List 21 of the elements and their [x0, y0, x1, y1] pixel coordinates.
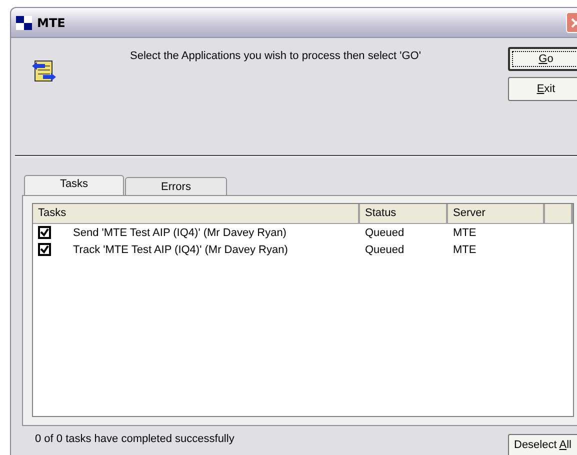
table-cell: MTE: [453, 244, 476, 256]
checkbox[interactable]: [38, 226, 51, 239]
column-header[interactable]: Server: [448, 204, 545, 223]
tab[interactable]: Tasks: [24, 175, 124, 195]
table-cell: Send 'MTE Test AIP (IQ4)' (Mr Davey Ryan): [73, 226, 286, 238]
tab[interactable]: Errors: [125, 177, 227, 195]
transfer-icon: [31, 58, 57, 84]
table-cell: Queued: [365, 226, 404, 238]
checkbox[interactable]: [38, 243, 51, 256]
dialog-button[interactable]: Go: [508, 47, 577, 71]
status-text: 0 of 0 tasks have completed successfully: [35, 433, 234, 445]
window-title: MTE: [37, 16, 66, 30]
table-cell: Track 'MTE Test AIP (IQ4)' (Mr Davey Ryan): [73, 244, 288, 256]
dialog-button[interactable]: Exit: [508, 77, 577, 101]
column-header[interactable]: Status: [360, 204, 448, 223]
column-header[interactable]: Tasks: [33, 204, 360, 223]
deselect-all-button[interactable]: Deselect All: [508, 434, 577, 455]
instruction-text: Select the Applications you wish to process then select 'GO': [130, 50, 422, 64]
app-icon: [16, 16, 32, 30]
table-cell: MTE: [453, 226, 476, 238]
table-cell: Queued: [365, 244, 404, 256]
